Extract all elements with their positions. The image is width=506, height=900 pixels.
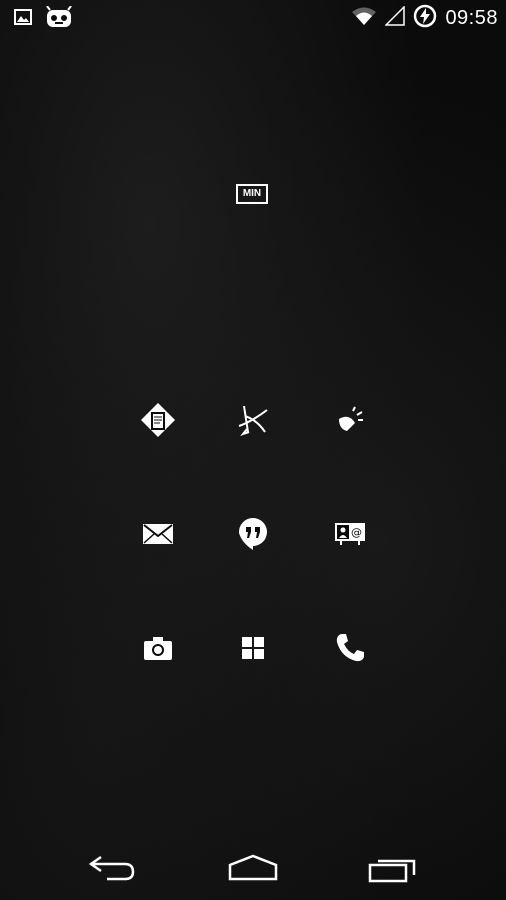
contact-card-icon: @ (335, 522, 365, 550)
recents-button[interactable] (364, 852, 424, 888)
hangouts-app[interactable] (229, 512, 277, 560)
book-diamond-icon (140, 402, 176, 443)
phone-icon (335, 633, 365, 668)
camera-icon (144, 636, 172, 665)
signal-icon (384, 5, 406, 31)
camera-app[interactable] (134, 626, 182, 674)
cyanogenmod-icon (46, 5, 72, 33)
back-icon (87, 853, 137, 888)
image-icon (14, 9, 32, 30)
unknown-app[interactable] (229, 398, 277, 446)
envelope-icon (143, 523, 173, 549)
svg-text:@: @ (351, 526, 362, 539)
reader-app[interactable] (134, 398, 182, 446)
flashlight-app[interactable] (326, 398, 374, 446)
home-icon (226, 853, 280, 888)
min-widget[interactable]: MIN (236, 184, 268, 204)
flashlight-icon (335, 405, 365, 440)
home-button[interactable] (223, 852, 283, 888)
navigation-bar (0, 840, 506, 900)
wifi-icon (351, 6, 377, 31)
status-bar: 09:58 (0, 0, 506, 36)
email-app[interactable] (134, 512, 182, 560)
recents-icon (368, 853, 420, 888)
crossed-arrow-icon (235, 402, 271, 443)
grid-icon (242, 636, 264, 664)
battery-charging-icon (413, 4, 437, 33)
hangouts-icon (238, 517, 268, 556)
app-drawer[interactable] (229, 626, 277, 674)
clock: 09:58 (445, 7, 498, 29)
contacts-app[interactable]: @ (326, 512, 374, 560)
phone-app[interactable] (326, 626, 374, 674)
back-button[interactable] (82, 852, 142, 888)
